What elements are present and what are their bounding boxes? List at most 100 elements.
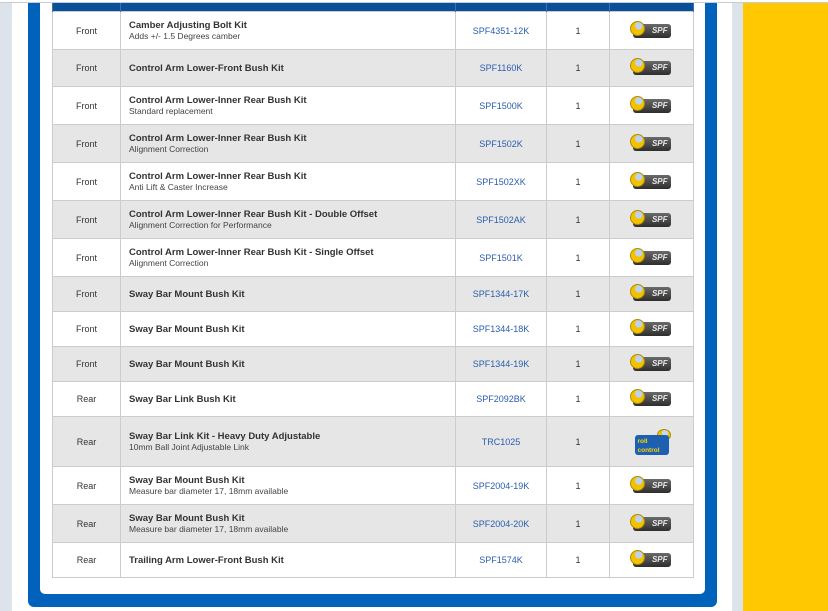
spf-logo-icon: SPF — [629, 550, 671, 567]
brand-cell: SPF — [609, 238, 694, 277]
part-number-cell: SPF1500K — [455, 86, 547, 125]
position-cell: Front — [52, 200, 121, 239]
roll-control-logo-icon: roll control — [634, 428, 671, 455]
brand-cell: SPF — [609, 276, 694, 312]
table-row: Rear Sway Bar Mount Bush Kit Measure bar d… — [52, 466, 694, 505]
part-number-link[interactable]: SPF1502AK — [476, 215, 526, 225]
part-number-link[interactable]: SPF2092BK — [476, 394, 526, 404]
brand-cell: SPF — [609, 466, 694, 505]
table-row: Front Sway Bar Mount Bush Kit SPF1344-19K 1… — [52, 346, 694, 382]
quantity-cell: 1 — [546, 276, 610, 312]
header-description — [120, 3, 456, 12]
part-number-link[interactable]: SPF1344-17K — [473, 289, 530, 299]
part-number-cell: SPF1344-18K — [455, 311, 547, 347]
table-row: Front Sway Bar Mount Bush Kit SPF1344-17K 1… — [52, 276, 694, 312]
brand-cell: SPF — [609, 200, 694, 239]
description-cell: Control Arm Lower-Inner Rear Bush Kit Ant… — [120, 162, 456, 201]
spf-logo-icon: SPF — [629, 95, 671, 113]
roll-control-wordmark: roll control — [634, 434, 669, 455]
product-subtitle: Alignment Correction — [129, 143, 209, 154]
spf-logo-icon: SPF — [629, 475, 671, 493]
product-title: Camber Adjusting Bolt Kit — [129, 19, 247, 31]
part-number-link[interactable]: SPF1574K — [479, 555, 523, 565]
left-page-gutter — [0, 3, 12, 611]
brand-cell: SPF — [609, 124, 694, 163]
roll-text: roll — [637, 437, 648, 445]
spf-logo-icon: SPF — [629, 389, 671, 406]
quantity-cell: 1 — [546, 11, 610, 50]
header-brand — [609, 3, 694, 12]
part-number-link[interactable]: SPF1500K — [479, 101, 523, 111]
table-row: Front Control Arm Lower-Inner Rear Bush K… — [52, 86, 694, 125]
table-row: Front Camber Adjusting Bolt Kit Adds +/- 1… — [52, 11, 694, 50]
part-number-cell: SPF2092BK — [455, 381, 547, 417]
part-number-link[interactable]: SPF2004-19K — [473, 481, 530, 491]
position-cell: Front — [52, 124, 121, 163]
part-number-cell: SPF2004-20K — [455, 504, 547, 543]
product-title: Sway Bar Link Kit - Heavy Duty Adjustabl… — [129, 430, 321, 442]
product-subtitle: Measure bar diameter 17, 18mm available — [129, 523, 289, 534]
product-subtitle: Alignment Correction for Performance — [129, 219, 272, 230]
quantity-cell: 1 — [546, 466, 610, 505]
table-row: Rear Sway Bar Link Bush Kit SPF2092BK 1 SPF — [52, 381, 694, 417]
quantity-cell: 1 — [546, 346, 610, 382]
part-number-cell: SPF1160K — [455, 49, 547, 87]
header-quantity — [546, 3, 610, 12]
spf-logo-icon: SPF — [629, 319, 671, 336]
product-title: Control Arm Lower-Inner Rear Bush Kit — [129, 170, 307, 182]
part-number-link[interactable]: SPF4351-12K — [473, 26, 530, 36]
part-number-cell: SPF2004-19K — [455, 466, 547, 505]
table-row: Front Control Arm Lower-Inner Rear Bush K… — [52, 124, 694, 163]
part-number-cell: SPF1344-19K — [455, 346, 547, 382]
part-number-link[interactable]: SPF2004-20K — [473, 519, 530, 529]
quantity-cell: 1 — [546, 542, 610, 578]
brand-cell: SPF — [609, 542, 694, 578]
table-row: Rear Sway Bar Mount Bush Kit Measure bar d… — [52, 504, 694, 543]
part-number-cell: SPF1344-17K — [455, 276, 547, 312]
product-subtitle: Alignment Correction — [129, 257, 209, 268]
table-row: Front Sway Bar Mount Bush Kit SPF1344-18K 1… — [52, 311, 694, 347]
right-page-gutter — [732, 3, 743, 611]
description-cell: Sway Bar Mount Bush Kit Measure bar diame… — [120, 504, 456, 543]
part-number-cell: SPF1502XK — [455, 162, 547, 201]
quantity-cell: 1 — [546, 311, 610, 347]
brand-cell: SPF — [609, 49, 694, 87]
description-cell: Sway Bar Link Bush Kit — [120, 381, 456, 417]
position-cell: Front — [52, 162, 121, 201]
spf-logo-icon: SPF — [629, 58, 671, 75]
description-cell: Sway Bar Mount Bush Kit — [120, 311, 456, 347]
part-number-link[interactable]: SPF1502K — [479, 139, 523, 149]
part-number-link[interactable]: SPF1501K — [479, 253, 523, 263]
part-number-link[interactable]: TRC1025 — [482, 437, 521, 447]
table-header-row — [52, 3, 694, 12]
description-cell: Sway Bar Mount Bush Kit Measure bar diame… — [120, 466, 456, 505]
quantity-cell: 1 — [546, 381, 610, 417]
brand-cell: SPF — [609, 86, 694, 125]
product-title: Trailing Arm Lower-Front Bush Kit — [129, 554, 284, 566]
spf-logo-icon: SPF — [629, 354, 671, 371]
brand-cell: roll control — [609, 416, 694, 467]
product-title: Sway Bar Mount Bush Kit — [129, 323, 245, 335]
description-cell: Control Arm Lower-Inner Rear Bush Kit - … — [120, 238, 456, 277]
position-cell: Rear — [52, 466, 121, 505]
product-title: Control Arm Lower-Inner Rear Bush Kit - … — [129, 246, 374, 258]
part-number-link[interactable]: SPF1344-18K — [473, 324, 530, 334]
brand-cell: SPF — [609, 346, 694, 382]
part-number-link[interactable]: SPF1160K — [480, 63, 523, 73]
product-title: Sway Bar Mount Bush Kit — [129, 474, 245, 486]
brand-cell: SPF — [609, 162, 694, 201]
brand-cell: SPF — [609, 381, 694, 417]
quantity-cell: 1 — [546, 162, 610, 201]
spf-logo-icon: SPF — [629, 133, 671, 151]
yellow-sidebar — [743, 3, 828, 611]
part-number-link[interactable]: SPF1502XK — [476, 177, 526, 187]
part-number-link[interactable]: SPF1344-19K — [473, 359, 530, 369]
part-number-cell: SPF1501K — [455, 238, 547, 277]
part-number-cell: SPF1574K — [455, 542, 547, 578]
part-number-cell: SPF4351-12K — [455, 11, 547, 50]
position-cell: Rear — [52, 381, 121, 417]
control-text: control — [637, 446, 660, 454]
part-number-cell: TRC1025 — [455, 416, 547, 467]
product-title: Control Arm Lower-Front Bush Kit — [129, 62, 284, 74]
position-cell: Front — [52, 11, 121, 50]
